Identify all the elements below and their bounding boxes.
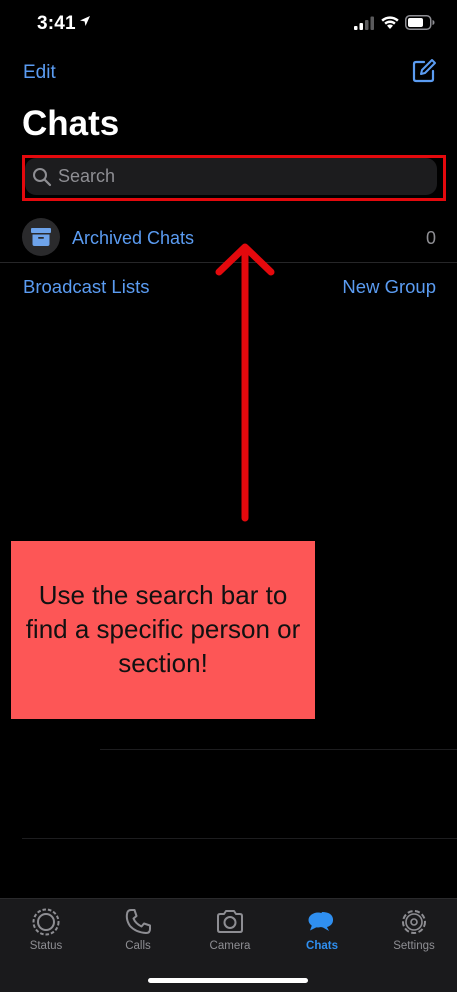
status-icon — [32, 908, 60, 936]
phone-icon — [125, 909, 151, 934]
archived-count: 0 — [425, 228, 436, 248]
page-title: Chats — [22, 104, 120, 143]
tab-label: Chats — [306, 940, 338, 952]
tab-settings[interactable]: Settings — [368, 899, 457, 963]
new-group-link[interactable]: New Group — [342, 276, 436, 298]
camera-icon — [217, 910, 243, 933]
tab-label: Settings — [393, 940, 435, 952]
search-bar[interactable] — [25, 158, 437, 195]
divider — [100, 749, 457, 750]
home-indicator — [148, 978, 308, 983]
tab-label: Status — [29, 940, 63, 952]
chats-icon — [308, 912, 334, 931]
search-input[interactable] — [58, 166, 418, 187]
archive-icon — [31, 228, 51, 246]
gear-icon — [402, 910, 426, 934]
archive-avatar — [22, 218, 60, 256]
archived-chats-label: Archived Chats — [72, 228, 195, 248]
annotation-callout: Use the search bar to find a specific pe… — [11, 541, 315, 719]
search-icon — [33, 167, 52, 186]
wifi-icon — [381, 16, 399, 29]
divider — [22, 838, 457, 839]
annotation-text: Use the search bar to find a specific pe… — [25, 580, 301, 678]
status-time: 3:41 — [37, 13, 76, 34]
compose-icon[interactable] — [411, 58, 437, 84]
annotation-arrow — [215, 243, 275, 522]
tab-calls[interactable]: Calls — [92, 899, 184, 963]
location-arrow-icon — [80, 16, 90, 26]
tab-chats[interactable]: Chats — [276, 899, 368, 963]
tab-status[interactable]: Status — [0, 899, 92, 963]
tab-label: Camera — [209, 940, 251, 952]
tab-camera[interactable]: Camera — [184, 899, 276, 963]
battery-icon — [405, 15, 435, 30]
signal-icon — [354, 16, 374, 30]
edit-button[interactable]: Edit — [23, 62, 56, 84]
status-bar: 3:41 — [0, 0, 457, 48]
broadcast-lists-link[interactable]: Broadcast Lists — [23, 276, 149, 298]
tab-label: Calls — [125, 940, 151, 952]
